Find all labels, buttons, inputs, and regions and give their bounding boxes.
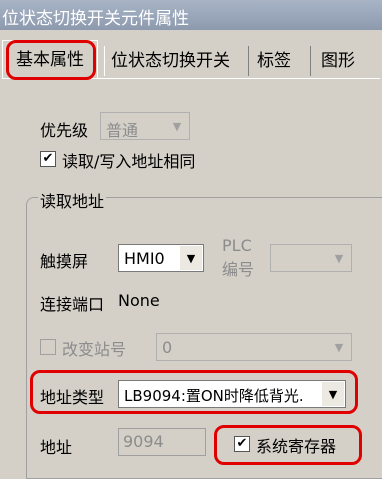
- touchscreen-value: HMI0: [124, 249, 165, 268]
- checkmark-icon: ✔: [42, 151, 54, 166]
- rw-same-label: 读取/写入地址相同: [62, 152, 196, 171]
- plc-number-label: 编号: [222, 260, 255, 279]
- port-label: 连接端口: [40, 295, 105, 314]
- highlight-address-type: [30, 370, 358, 414]
- port-value: None: [118, 291, 160, 310]
- read-address-group-title: 读取地址: [38, 188, 107, 212]
- address-label: 地址: [40, 438, 73, 457]
- tab-graphics[interactable]: 图形: [310, 46, 355, 76]
- title-bar: 位状态切换开关元件属性: [0, 0, 382, 30]
- station-select[interactable]: 0 ▼: [156, 333, 352, 361]
- touchscreen-label: 触摸屏: [40, 252, 89, 271]
- priority-value: 普通: [106, 121, 139, 140]
- plc-label: PLC: [222, 236, 252, 255]
- priority-label: 优先级: [40, 121, 89, 140]
- touchscreen-select[interactable]: HMI0 ▼: [118, 244, 204, 272]
- window-title: 位状态切换开关元件属性: [2, 9, 189, 29]
- tab-bit-toggle-switch[interactable]: 位状态切换开关: [104, 46, 230, 76]
- tab-label[interactable]: 标签: [248, 46, 291, 76]
- plc-select[interactable]: ▼: [270, 244, 352, 272]
- chevron-down-icon: ▼: [166, 114, 188, 138]
- address-input[interactable]: 9094: [118, 428, 206, 456]
- chevron-down-icon: ▼: [328, 335, 350, 359]
- change-station-checkbox[interactable]: [40, 339, 56, 355]
- rw-same-checkbox[interactable]: ✔: [40, 151, 56, 167]
- priority-select[interactable]: 普通 ▼: [100, 112, 190, 140]
- chevron-down-icon: ▼: [180, 246, 202, 270]
- highlight-tab: [6, 40, 96, 80]
- highlight-system-register: [214, 425, 362, 465]
- station-value: 0: [162, 338, 173, 357]
- address-value: 9094: [123, 432, 164, 451]
- change-station-label: 改变站号: [62, 340, 127, 359]
- chevron-down-icon: ▼: [328, 246, 350, 270]
